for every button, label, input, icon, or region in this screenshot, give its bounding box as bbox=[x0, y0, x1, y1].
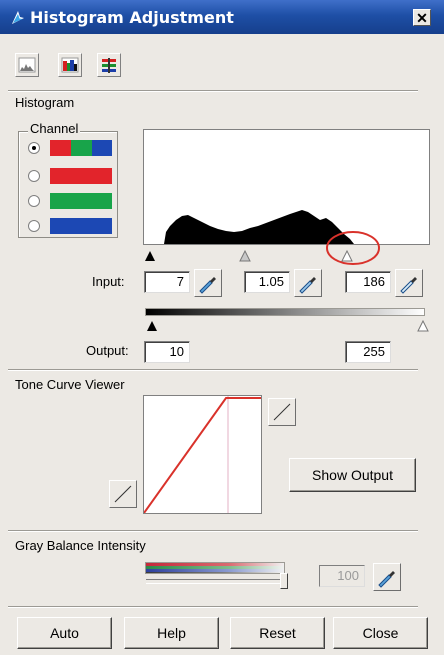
channel-view-button[interactable] bbox=[97, 53, 121, 77]
output-white-slider[interactable] bbox=[417, 319, 429, 332]
input-gamma-field[interactable]: 1.05 bbox=[244, 271, 290, 293]
auto-button[interactable]: Auto bbox=[17, 617, 112, 649]
input-gamma-slider[interactable] bbox=[239, 249, 251, 262]
output-white-field[interactable]: 255 bbox=[345, 341, 391, 363]
diagonal-line-icon bbox=[273, 403, 291, 421]
tone-curve-section-label: Tone Curve Viewer bbox=[15, 377, 125, 392]
color-view-button[interactable] bbox=[58, 53, 82, 77]
separator bbox=[8, 606, 418, 608]
separator bbox=[8, 90, 418, 92]
channel-red-radio[interactable] bbox=[28, 170, 40, 182]
gray-point-picker-button[interactable] bbox=[294, 269, 322, 297]
gray-balance-section-label: Gray Balance Intensity bbox=[15, 538, 146, 553]
output-black-field[interactable]: 10 bbox=[144, 341, 190, 363]
gray-balance-gradient bbox=[145, 562, 285, 574]
separator bbox=[8, 369, 418, 371]
channel-blue-swatch[interactable] bbox=[50, 218, 112, 234]
separator bbox=[8, 530, 418, 532]
output-black-slider[interactable] bbox=[147, 321, 157, 331]
channel-blue-radio[interactable] bbox=[28, 220, 40, 232]
tone-curve-graph bbox=[143, 396, 261, 514]
channel-rgb-radio[interactable] bbox=[28, 142, 40, 154]
gray-balance-track bbox=[146, 579, 284, 584]
highlight-circle bbox=[326, 231, 380, 265]
histogram-icon bbox=[18, 57, 36, 73]
channel-red-swatch[interactable] bbox=[50, 168, 112, 184]
eyedropper-icon bbox=[400, 277, 417, 294]
reset-button[interactable]: Reset bbox=[230, 617, 325, 649]
channel-rgb-swatch[interactable] bbox=[50, 140, 112, 156]
eyedropper-icon bbox=[299, 277, 316, 294]
title-bar: Histogram Adjustment ✕ bbox=[0, 0, 444, 34]
app-icon bbox=[12, 11, 24, 24]
channel-group-label: Channel bbox=[28, 121, 81, 136]
output-label: Output: bbox=[86, 343, 129, 358]
black-point-picker-button[interactable] bbox=[194, 269, 222, 297]
channel-green-swatch[interactable] bbox=[50, 193, 112, 209]
help-button[interactable]: Help bbox=[124, 617, 219, 649]
eyedropper-icon bbox=[378, 571, 395, 588]
histogram-graph bbox=[164, 210, 354, 244]
input-slider-track[interactable] bbox=[140, 246, 440, 264]
channel-green-radio[interactable] bbox=[28, 195, 40, 207]
input-white-field[interactable]: 186 bbox=[345, 271, 391, 293]
gray-balance-value-field[interactable]: 100 bbox=[319, 565, 365, 587]
histogram-display bbox=[143, 129, 430, 245]
color-histogram-icon bbox=[61, 57, 79, 73]
curve-reset-button[interactable] bbox=[109, 480, 137, 508]
channel-adjust-icon bbox=[102, 58, 116, 73]
curve-preset-button[interactable] bbox=[268, 398, 296, 426]
gray-balance-slider[interactable] bbox=[280, 573, 288, 589]
gray-balance-picker-button[interactable] bbox=[373, 563, 401, 591]
white-point-picker-button[interactable] bbox=[395, 269, 423, 297]
tone-curve-viewer bbox=[143, 395, 262, 514]
output-gradient-bar bbox=[145, 308, 425, 316]
close-button[interactable]: Close bbox=[333, 617, 428, 649]
histogram-section-label: Histogram bbox=[15, 95, 75, 110]
eyedropper-icon bbox=[199, 277, 216, 294]
window-title: Histogram Adjustment bbox=[30, 8, 234, 27]
output-slider-track[interactable] bbox=[140, 317, 440, 333]
histogram-view-button[interactable] bbox=[15, 53, 39, 77]
input-black-slider[interactable] bbox=[145, 251, 155, 261]
show-output-button[interactable]: Show Output bbox=[289, 458, 416, 492]
diagonal-line-icon bbox=[114, 485, 132, 503]
input-label: Input: bbox=[92, 274, 125, 289]
close-window-button[interactable]: ✕ bbox=[413, 9, 431, 26]
input-black-field[interactable]: 7 bbox=[144, 271, 190, 293]
rgb-swatch-icon bbox=[50, 140, 112, 156]
